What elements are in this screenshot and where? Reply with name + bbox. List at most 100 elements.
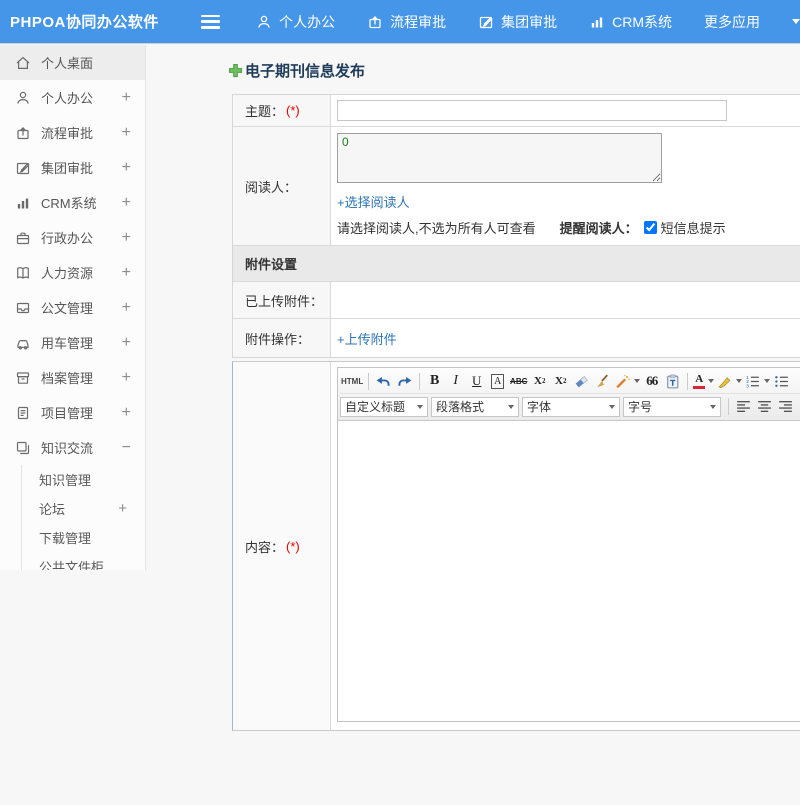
readers-row: 阅读人： 0 +选择阅读人 请选择阅读人,不选为所有人可查看 提醒阅读人： 短信… (233, 127, 800, 246)
more-apps-dropdown-toggle[interactable] (792, 19, 800, 24)
sidebar-subitem-knowledge-management[interactable]: 知识管理 (22, 465, 145, 494)
sidebar-item-workflow-approval[interactable]: 流程审批 + (0, 115, 145, 150)
subject-row: 主题： (*) (233, 95, 800, 127)
bar-chart-icon (591, 17, 603, 27)
redo-button[interactable] (394, 371, 415, 392)
sms-notify-checkbox[interactable] (643, 221, 657, 234)
rich-text-editor: HTML B I U A ABC X2 X 2 66 A 1 2 3 自定义标题… (337, 367, 800, 722)
inbox-icon (16, 302, 30, 313)
nav-crm-system[interactable]: CRM系统 (589, 12, 672, 32)
caret-down-icon (764, 379, 771, 383)
nav-workflow-approval[interactable]: 流程审批 (367, 12, 446, 32)
knowledge-exchange-submenu: 知识管理 论坛 + 下载管理 公共文件柜 (21, 465, 145, 570)
sidebar-subitem-label: 论坛 (39, 502, 66, 517)
nav-more-apps[interactable]: 更多应用 (704, 12, 760, 32)
expand-plus-icon[interactable]: + (122, 124, 131, 141)
heading-select[interactable]: 自定义标题 (340, 396, 428, 417)
expand-plus-icon[interactable]: + (122, 194, 131, 211)
sidebar-item-archive-management[interactable]: 档案管理 + (0, 360, 145, 395)
ordered-list-icon: 123 (746, 374, 760, 389)
sidebar-subitem-public-file-cabinet[interactable]: 公共文件柜 (22, 552, 145, 570)
superscript-button[interactable]: X2 (529, 371, 550, 392)
archive-icon (16, 371, 30, 384)
subject-label: 主题： (*) (233, 95, 331, 126)
bold-button[interactable]: B (424, 371, 445, 392)
sidebar-item-personal-office[interactable]: 个人办公 + (0, 80, 145, 115)
broom-icon (597, 374, 609, 387)
user-icon (17, 91, 29, 104)
nav-label: 更多应用 (704, 13, 760, 30)
sidebar-subitem-forum[interactable]: 论坛 + (22, 494, 145, 523)
expand-plus-icon[interactable]: + (122, 159, 131, 176)
expand-plus-icon[interactable]: + (122, 404, 131, 421)
font-border-button[interactable]: A (487, 371, 508, 392)
caret-down-icon (609, 404, 615, 409)
format-brush-button[interactable] (592, 371, 613, 392)
sidebar-item-label: 流程审批 (41, 126, 94, 141)
main-content: 电子期刊信息发布 主题： (*) 阅读人： 0 +选择阅读人 请选择阅读人,不选为… (147, 45, 800, 805)
sms-notify-label: 短信息提示 (660, 221, 726, 236)
align-center-icon (758, 401, 771, 412)
underline-button[interactable]: U (466, 371, 487, 392)
sidebar-item-knowledge-exchange[interactable]: 知识交流 − (0, 430, 145, 465)
nav-personal-office[interactable]: 个人办公 (256, 12, 335, 32)
sidebar-item-project-management[interactable]: 项目管理 + (0, 395, 145, 430)
hamburger-menu-icon[interactable] (201, 14, 221, 29)
font-family-select[interactable]: 字体 (522, 396, 620, 417)
edit-icon (16, 162, 30, 174)
align-left-button[interactable] (733, 396, 754, 417)
eraser-button[interactable] (571, 371, 592, 392)
expand-plus-icon[interactable]: + (122, 264, 131, 281)
unordered-list-button[interactable] (771, 371, 792, 392)
sidebar-item-document-management[interactable]: 公文管理 + (0, 290, 145, 325)
nav-group-approval[interactable]: 集团审批 (478, 12, 557, 32)
collapse-minus-icon[interactable]: − (122, 439, 131, 456)
expand-plus-icon[interactable]: + (118, 501, 127, 516)
subscript-button[interactable]: X2 (550, 371, 571, 392)
sidebar-item-crm-system[interactable]: CRM系统 + (0, 185, 145, 220)
readers-textarea[interactable]: 0 (337, 133, 662, 183)
sidebar-item-label: 个人桌面 (41, 56, 94, 71)
expand-plus-icon[interactable]: + (122, 89, 131, 106)
font-size-select[interactable]: 字号 (623, 396, 721, 417)
ordered-list-button[interactable]: 123 (743, 371, 771, 392)
highlight-color-button[interactable] (715, 371, 743, 392)
html-source-button[interactable]: HTML (340, 371, 364, 392)
sidebar-item-personal-desktop[interactable]: 个人桌面 (0, 45, 145, 80)
nav-label: CRM系统 (612, 13, 672, 30)
align-justify-button[interactable] (796, 396, 800, 417)
caret-down-icon (634, 379, 641, 383)
expand-plus-icon[interactable]: + (122, 299, 131, 316)
upload-attachment-link[interactable]: +上传附件 (337, 329, 397, 348)
expand-plus-icon[interactable]: + (122, 334, 131, 351)
sidebar-item-group-approval[interactable]: 集团审批 + (0, 150, 145, 185)
paragraph-format-select[interactable]: 段落格式 (431, 396, 519, 417)
expand-plus-icon[interactable]: + (122, 229, 131, 246)
blockquote-button[interactable]: 66 (641, 371, 662, 392)
content-label: 内容： (*) (233, 362, 331, 730)
publish-form-table: 主题： (*) 阅读人： 0 +选择阅读人 请选择阅读人,不选为所有人可查看 提醒… (232, 94, 800, 358)
italic-button[interactable]: I (445, 371, 466, 392)
align-center-button[interactable] (754, 396, 775, 417)
align-right-icon (779, 401, 792, 412)
caret-down-icon (708, 379, 715, 383)
subject-input[interactable] (337, 100, 727, 121)
app-header: PHPOA协同办公软件 个人办公 流程审批 集团审批 CRM系统 更多应用 (0, 0, 800, 44)
paste-as-text-button[interactable] (662, 371, 683, 392)
sidebar-item-human-resources[interactable]: 人力资源 + (0, 255, 145, 290)
toolbar-separator (728, 398, 729, 415)
sidebar-item-vehicle-management[interactable]: 用车管理 + (0, 325, 145, 360)
expand-plus-icon[interactable]: + (122, 369, 131, 386)
sidebar-item-admin-office[interactable]: 行政办公 + (0, 220, 145, 255)
align-right-button[interactable] (775, 396, 796, 417)
top-navigation: 个人办公 流程审批 集团审批 CRM系统 更多应用 (256, 12, 800, 32)
unordered-list-icon (775, 375, 789, 387)
undo-button[interactable] (373, 371, 394, 392)
select-readers-link[interactable]: +选择阅读人 (337, 195, 410, 210)
editor-content-area[interactable] (338, 421, 800, 721)
strikethrough-button[interactable]: ABC (508, 371, 529, 392)
auto-typeset-button[interactable] (613, 371, 641, 392)
sidebar-subitem-download-management[interactable]: 下载管理 (22, 523, 145, 552)
home-icon (16, 56, 30, 69)
font-color-button[interactable]: A (692, 371, 715, 392)
